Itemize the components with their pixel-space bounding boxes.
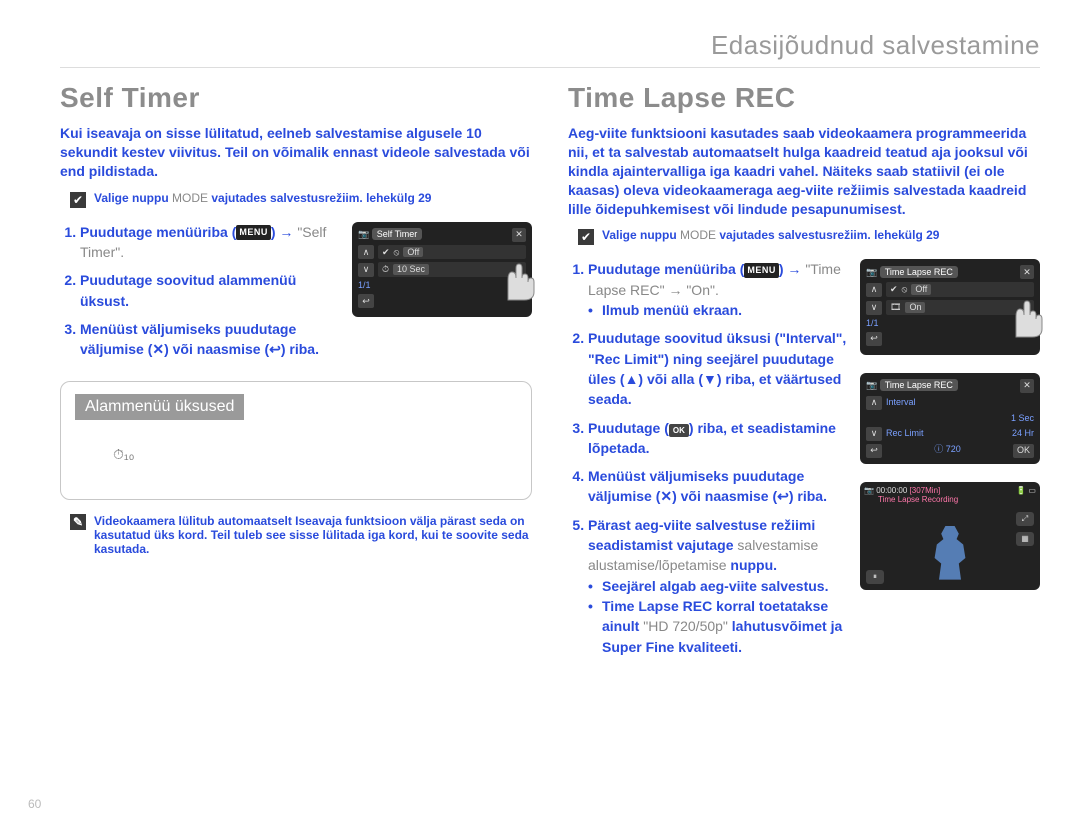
self-timer-menu-screenshot: 📷 Self Timer ✕ ∧✔⦸Off ∨⏱10 Sec 1/1 ↩ (352, 222, 532, 317)
right-step-3: Puudutage (OK) riba, et seadistamine lõp… (588, 418, 848, 459)
subitems-header: Alammenüü üksused (75, 394, 244, 420)
close-icon: ✕ (1020, 379, 1034, 393)
right-steps: Puudutage menüüriba (MENU) → "Time Lapse… (568, 259, 848, 656)
menu-badge: MENU (744, 263, 779, 278)
right-precheck-note: ✔ Valige nuppu MODE vajutades salvestusr… (578, 228, 1040, 245)
check-icon: ✔ (578, 229, 594, 245)
right-column: Time Lapse REC Aeg-viite funktsiooni kas… (568, 82, 1040, 671)
back-icon: ↩ (866, 332, 882, 346)
cam1-off: Off (911, 284, 931, 295)
right-precheck-prefix: Valige nuppu (602, 228, 680, 242)
right-step-3a: Puudutage ( (588, 420, 669, 436)
subject-silhouette (928, 526, 972, 580)
down-arrow-icon: ∨ (866, 301, 882, 315)
precheck-mode: MODE (172, 191, 208, 205)
menu-badge: MENU (236, 225, 271, 240)
left-steps: Puudutage menüüriba (MENU) → "Self Timer… (60, 222, 340, 360)
zoom-icon: ⤢ (1016, 512, 1034, 526)
left-step-3: Menüüst väljumiseks puudutage väljumise … (80, 319, 340, 360)
back-icon: ↩ (866, 444, 882, 458)
cam2-rec-val: 24 Hr (1012, 428, 1034, 439)
cam2-title: Time Lapse REC (880, 379, 958, 391)
left-lead: Kui iseavaja on sisse lülitatud, eelneb … (60, 124, 532, 181)
cam2-res: ⓘ 720 (934, 444, 961, 458)
right-precheck-suffix: vajutades salvestusrežiim. lehekülg 29 (716, 228, 939, 242)
left-step-1a: Puudutage menüüriba (80, 224, 232, 240)
down-arrow-icon: ∨ (866, 427, 882, 441)
pause-icon: ⏸ (866, 570, 884, 584)
up-arrow-icon: ∧ (866, 396, 882, 410)
right-step-5e: Time Lapse REC korral toetatakse ainult … (588, 596, 848, 657)
up-arrow-icon: ∧ (866, 283, 882, 297)
cam1-on: On (905, 302, 925, 313)
cam-title: Self Timer (372, 228, 423, 240)
left-step-1: Puudutage menüüriba (MENU) → "Self Timer… (80, 222, 340, 263)
back-icon: ↩ (358, 294, 374, 308)
left-footnote: ✎ Videokaamera lülitub automaatselt Isea… (70, 514, 532, 556)
right-step-1a: Puudutage menüüriba (588, 261, 740, 277)
section-header: Edasijõudnud salvestamine (60, 30, 1040, 68)
grid-icon: ▦ (1016, 532, 1034, 546)
down-arrow-icon: ∨ (358, 263, 374, 277)
precheck-prefix: Valige nuppu (94, 191, 172, 205)
left-precheck-note: ✔ Valige nuppu MODE vajutades salvestusr… (70, 191, 532, 208)
right-step-1c: Ilmub menüü ekraan. (588, 300, 848, 320)
ok-icon: OK (669, 424, 689, 438)
right-step-5d: Seejärel algab aeg-viite salvestus. (588, 576, 848, 596)
timelapse-menu-screenshot-1: 📷 Time Lapse REC✕ ∧✔⦸Off ∨🎞On 1/1 ↩ (860, 259, 1040, 354)
two-column-layout: Self Timer Kui iseavaja on sisse lülitat… (60, 82, 1040, 671)
right-step-1: Puudutage menüüriba (MENU) → "Time Lapse… (588, 259, 848, 320)
timelapse-menu-screenshot-2: 📷 Time Lapse REC✕ ∧Interval 1 Sec ∨Rec L… (860, 373, 1040, 464)
cam2-interval-val: 1 Sec (1011, 413, 1034, 424)
cam2-rec-label: Rec Limit (886, 428, 924, 439)
cam1-page: 1/1 (866, 318, 879, 329)
right-step-5c: nuppu. (727, 557, 778, 573)
precheck-suffix: vajutades salvestusrežiim. lehekülg 29 (208, 191, 431, 205)
right-step-5: Pärast aeg-viite salvestuse režiimi sead… (588, 515, 848, 657)
cam3-label: Time Lapse Recording (878, 495, 1036, 504)
cam3-remain: [307Min] (910, 486, 941, 495)
close-icon: ✕ (1020, 265, 1034, 279)
right-lead: Aeg-viite funktsiooni kasutades saab vid… (568, 124, 1040, 218)
ok-button: OK (1013, 444, 1034, 458)
page-number: 60 (28, 797, 41, 811)
left-column: Self Timer Kui iseavaja on sisse lülitat… (60, 82, 532, 671)
cam-page: 1/1 (358, 280, 371, 291)
subitems-box: Alammenüü üksused ⏱₁₀ (60, 381, 532, 500)
check-icon: ✔ (70, 192, 86, 208)
left-title: Self Timer (60, 82, 532, 114)
cam-opt-10: 10 Sec (393, 264, 429, 275)
left-step-2: Puudutage soovitud alammenüü üksust. (80, 270, 340, 311)
note-icon: ✎ (70, 514, 86, 530)
cam1-title: Time Lapse REC (880, 266, 958, 278)
close-icon: ✕ (512, 228, 526, 242)
timer-10-icon: ⏱₁₀ (75, 446, 517, 463)
right-step-4: Menüüst väljumiseks puudutage väljumise … (588, 466, 848, 507)
cam3-time: 00:00:00 (876, 486, 907, 495)
up-arrow-icon: ∧ (358, 245, 374, 259)
cam2-interval-label: Interval (886, 397, 916, 408)
right-precheck-mode: MODE (680, 228, 716, 242)
left-footnote-text: Videokaamera lülitub automaatselt Iseava… (94, 514, 532, 556)
timelapse-live-screenshot: 📷 00:00:00 [307Min] 🔋 ▭ Time Lapse Recor… (860, 482, 1040, 590)
right-title: Time Lapse REC (568, 82, 1040, 114)
cam-opt-off: Off (403, 247, 423, 258)
right-step-2: Puudutage soovitud üksusi ("Interval", "… (588, 328, 848, 409)
